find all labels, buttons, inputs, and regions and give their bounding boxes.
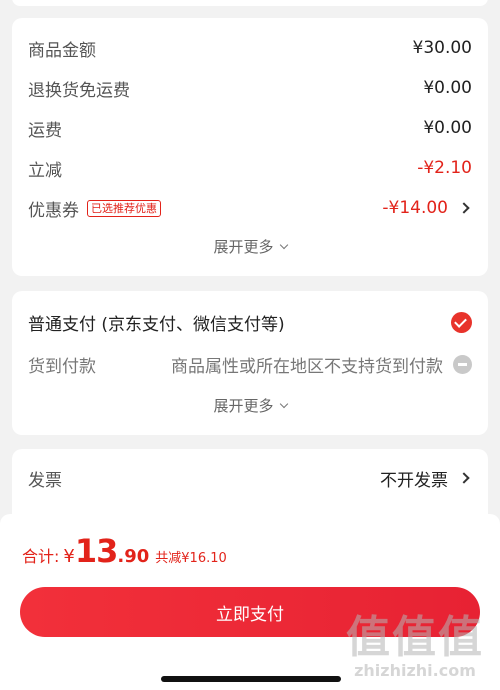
amount-row-discount: 立减 -¥2.10	[28, 154, 472, 182]
check-selected-icon	[451, 311, 472, 333]
home-indicator	[161, 676, 341, 682]
coupon-value: -¥14.00	[382, 198, 448, 218]
chevron-down-icon	[279, 240, 288, 249]
cod-unavailable-note: 商品属性或所在地区不支持货到付款	[171, 356, 443, 377]
expand-more-amounts[interactable]: 展开更多	[12, 236, 488, 257]
shipping-value: ¥0.00	[423, 118, 472, 138]
disabled-icon	[453, 354, 472, 374]
coupon-label-group: 优惠券 已选推荐优惠	[28, 196, 161, 221]
order-total: 合计: ¥ 13 .90 共减¥16.10	[22, 532, 227, 570]
coupon-row[interactable]: 优惠券 已选推荐优惠 -¥14.00	[28, 194, 472, 222]
return-shipping-label: 退换货免运费	[28, 80, 130, 101]
normal-payment-option[interactable]: 普通支付 (京东支付、微信支付等)	[28, 308, 472, 336]
total-integer: 13	[74, 532, 119, 570]
expand-more-payment[interactable]: 展开更多	[12, 395, 488, 416]
expand-more-label: 展开更多	[213, 238, 274, 256]
cod-status-group: 商品属性或所在地区不支持货到付款	[171, 352, 472, 377]
invoice-value-group: 不开发票	[380, 466, 472, 491]
invoice-value: 不开发票	[380, 470, 448, 491]
discount-label: 立减	[28, 160, 62, 181]
total-decimal: .90	[117, 546, 150, 567]
invoice-label: 发票	[28, 470, 62, 491]
discount-value: -¥2.10	[417, 158, 472, 178]
cod-payment-option: 货到付款 商品属性或所在地区不支持货到付款	[28, 350, 472, 378]
amount-row-shipping: 运费 ¥0.00	[28, 114, 472, 142]
total-label: 合计:	[22, 547, 60, 566]
amount-row-return-shipping: 退换货免运费 ¥0.00	[28, 74, 472, 102]
previous-card-bottom	[12, 0, 488, 6]
amount-summary-card: 商品金额 ¥30.00 退换货免运费 ¥0.00 运费 ¥0.00 立减 -¥2…	[12, 18, 488, 276]
coupon-label: 优惠券	[28, 200, 79, 221]
expand-more-payment-label: 展开更多	[213, 397, 274, 415]
watermark-logo-text: 值值值	[346, 612, 484, 663]
total-currency: ¥	[63, 546, 75, 567]
goods-amount-value: ¥30.00	[412, 38, 472, 58]
amount-row-goods: 商品金额 ¥30.00	[28, 34, 472, 62]
cod-label: 货到付款	[28, 356, 96, 377]
total-saved: 共减¥16.10	[155, 551, 227, 566]
chevron-right-icon	[458, 472, 470, 484]
chevron-right-icon	[458, 202, 470, 214]
recommended-coupon-tag: 已选推荐优惠	[87, 199, 161, 217]
normal-payment-label: 普通支付 (京东支付、微信支付等)	[28, 314, 285, 335]
shipping-label: 运费	[28, 120, 62, 141]
coupon-value-group: -¥14.00	[382, 198, 472, 218]
site-watermark: 值值值 zhizhizhi.com	[346, 612, 484, 681]
return-shipping-value: ¥0.00	[423, 78, 472, 98]
payment-method-card: 普通支付 (京东支付、微信支付等) 货到付款 商品属性或所在地区不支持货到付款 …	[12, 291, 488, 435]
chevron-down-icon	[279, 399, 288, 408]
invoice-row[interactable]: 发票 不开发票	[28, 464, 472, 492]
goods-amount-label: 商品金额	[28, 40, 96, 61]
watermark-domain: zhizhizhi.com	[354, 661, 476, 680]
